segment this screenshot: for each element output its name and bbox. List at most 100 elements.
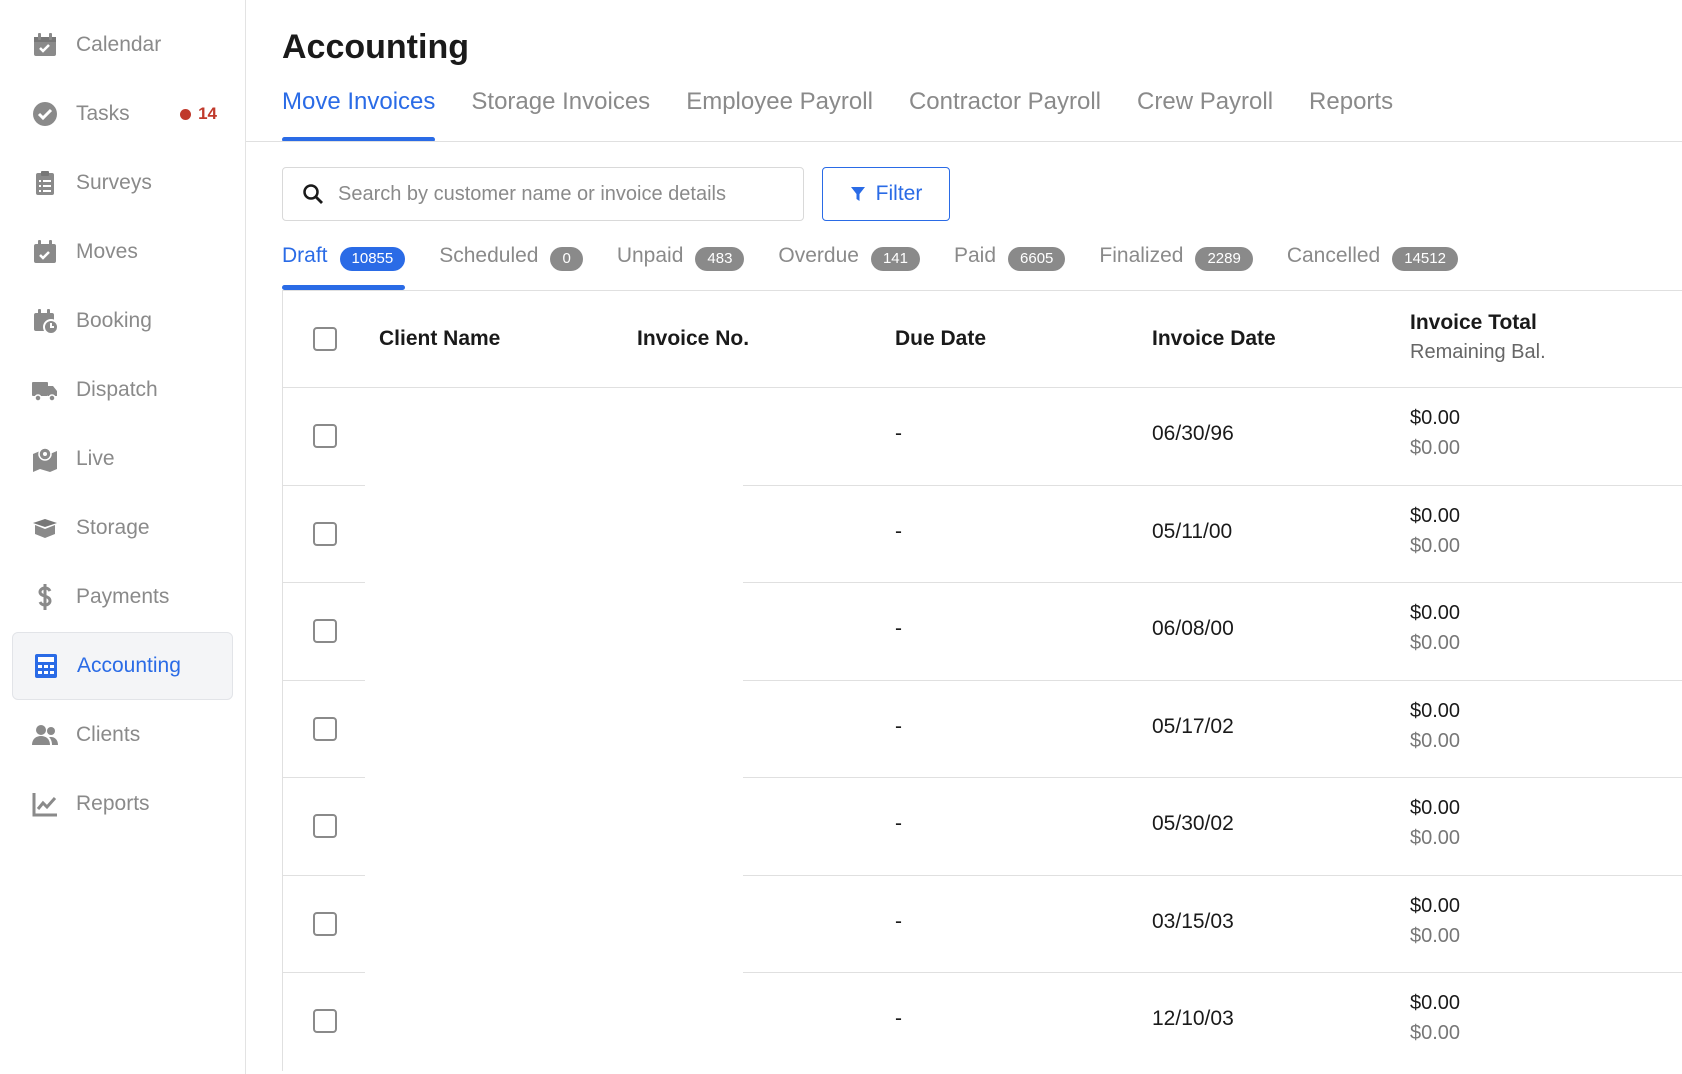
row-checkbox[interactable] [313,911,337,936]
sidebar-item-surveys[interactable]: Surveys [12,149,233,217]
sidebar-item-accounting[interactable]: Accounting [12,632,233,700]
search-icon [303,184,323,204]
cell-invoice-total: $0.00 [1410,894,1461,917]
search-input[interactable] [338,182,778,206]
table-row[interactable]: - 06/30/96 $0.00 $0.00 [283,388,1682,486]
filter-button[interactable]: Filter [822,167,950,221]
sidebar-item-reports[interactable]: Reports [12,770,233,838]
sidebar-item-label: Accounting [77,654,181,677]
row-checkbox[interactable] [313,716,337,741]
status-count-badge: 483 [695,247,745,271]
sidebar-item-storage[interactable]: Storage [12,494,233,562]
cell-due-date: - [895,1007,902,1030]
tab-storage-invoices[interactable]: Storage Invoices [471,88,650,142]
tab-employee-payroll[interactable]: Employee Payroll [686,88,873,142]
status-tab-scheduled[interactable]: Scheduled 0 [439,244,583,290]
sidebar-item-dispatch[interactable]: Dispatch [12,356,233,424]
row-checkbox[interactable] [313,1009,337,1033]
cell-invoice-date: 05/17/02 [1152,714,1234,738]
cell-invoice-total: $0.00 [1410,797,1461,819]
column-header-remaining-bal: Remaining Bal. [1410,341,1546,363]
invoices-table: Client Name Invoice No. Due Date Invoice… [282,290,1682,1071]
sidebar-item-label: Booking [76,309,152,332]
sidebar-item-clients[interactable]: Clients [12,701,233,769]
cell-remaining-balance: $0.00 [1410,729,1461,752]
truck-icon [30,375,60,405]
sidebar-item-label: Tasks [76,102,130,125]
cell-invoice-date: 12/10/03 [1152,1007,1234,1030]
status-tab-overdue[interactable]: Overdue 141 [778,244,920,290]
cell-due-date: - [895,617,902,640]
tab-reports[interactable]: Reports [1309,88,1393,142]
row-checkbox[interactable] [313,619,337,643]
status-tab-label: Paid [954,244,997,267]
sidebar-item-label: Storage [76,516,150,539]
column-header-invoice-total[interactable]: Invoice Total [1410,311,1537,335]
sidebar-item-label: Clients [76,723,141,746]
status-tab-label: Cancelled [1286,244,1381,267]
select-all-checkbox[interactable] [313,327,337,351]
status-tab-label: Scheduled [439,244,539,267]
status-tab-label: Overdue [778,244,859,267]
cell-invoice-date: 06/08/00 [1152,617,1234,640]
sidebar-item-tasks[interactable]: Tasks 14 [12,80,233,148]
column-header-invoice-date[interactable]: Invoice Date [1152,327,1276,351]
sidebar-item-moves[interactable]: Moves [12,218,233,286]
cell-invoice-date: 06/30/96 [1152,422,1234,445]
sidebar-item-label: Dispatch [76,378,158,401]
status-count-badge: 6605 [1008,247,1066,271]
sidebar-item-calendar[interactable]: Calendar [12,11,233,79]
clipboard-icon [30,168,60,198]
column-header-due-date[interactable]: Due Date [895,327,986,351]
cell-invoice-total: $0.00 [1410,699,1461,722]
calendar-check-icon [30,237,60,267]
status-tab-draft[interactable]: Draft 10855 [282,244,406,290]
row-checkbox[interactable] [313,521,337,546]
cell-invoice-date: 03/15/03 [1152,909,1234,933]
cell-remaining-balance: $0.00 [1410,1022,1461,1044]
calendar-icon [30,30,60,60]
tasks-count-badge: 14 [180,104,217,124]
tab-crew-payroll[interactable]: Crew Payroll [1137,88,1273,142]
tab-move-invoices[interactable]: Move Invoices [282,88,436,142]
status-count-badge: 0 [550,247,583,271]
dollar-icon [30,582,60,612]
sidebar-item-label: Moves [76,240,138,263]
table-row[interactable]: - 05/30/02 $0.00 $0.00 [283,778,1682,876]
cell-invoice-total: $0.00 [1410,602,1461,624]
table-body: - 06/30/96 $0.00 $0.00 - 05/11/00 $0.00 $0.00 - 0… [283,388,1682,1071]
calculator-icon [31,651,61,681]
status-count-badge: 2289 [1195,247,1253,271]
status-tab-cancelled[interactable]: Cancelled 14512 [1287,244,1458,290]
search-box [282,167,804,221]
cell-due-date: - [895,909,902,933]
sidebar-item-label: Calendar [76,33,162,56]
status-count-badge: 141 [870,247,920,271]
table-row[interactable]: - 05/11/00 $0.00 $0.00 [283,486,1682,583]
badge-dot [180,108,192,120]
table-row[interactable]: - 12/10/03 $0.00 $0.00 [283,973,1682,1071]
row-checkbox[interactable] [313,424,337,448]
sidebar-item-booking[interactable]: Booking [12,287,233,355]
tab-contractor-payroll[interactable]: Contractor Payroll [909,88,1101,142]
status-count-badge: 14512 [1392,247,1458,271]
column-header-invoice-no[interactable]: Invoice No. [637,327,749,351]
map-pin-icon [30,444,60,474]
table-header: Client Name Invoice No. Due Date Invoice… [283,291,1682,388]
row-checkbox[interactable] [313,814,337,838]
table-row[interactable]: - 03/15/03 $0.00 $0.00 [283,876,1682,973]
table-row[interactable]: - 05/17/02 $0.00 $0.00 [283,681,1682,778]
page-title: Accounting [282,28,469,66]
invoice-status-tabs: Draft 10855 Scheduled 0 Unpaid 483 Overdue 1… [282,244,1492,290]
sidebar: Calendar Tasks 14 Surveys Moves Booking … [0,0,246,1074]
status-tab-paid[interactable]: Paid 6605 [954,244,1066,290]
table-row[interactable]: - 06/08/00 $0.00 $0.00 [283,583,1682,681]
status-tab-label: Unpaid [616,244,684,267]
sidebar-item-payments[interactable]: Payments [12,563,233,631]
status-tab-unpaid[interactable]: Unpaid 483 [617,244,745,290]
column-header-client-name[interactable]: Client Name [379,327,500,351]
cell-due-date: - [895,812,902,835]
status-tab-finalized[interactable]: Finalized 2289 [1099,244,1253,290]
sidebar-item-live[interactable]: Live [12,425,233,493]
users-icon [30,720,60,750]
